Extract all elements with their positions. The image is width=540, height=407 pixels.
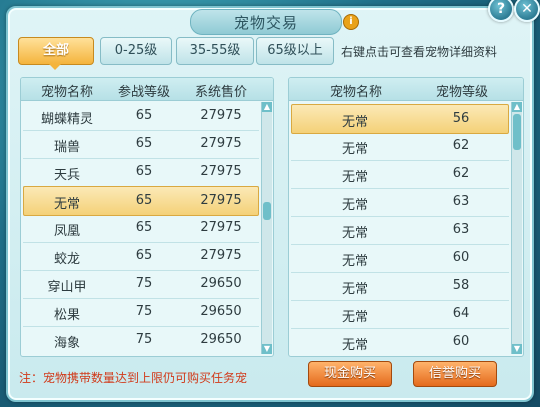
table-row[interactable]: 无常 62 — [291, 160, 509, 189]
battle-level: 65 — [135, 164, 153, 179]
pet-level: 62 — [452, 138, 470, 153]
table-row[interactable]: 天兵 65 27975 — [23, 158, 259, 187]
filter-tab-65-plus[interactable]: 65级以上 — [256, 37, 334, 65]
col-header-pet-name: 宠物名称 — [40, 85, 93, 100]
pet-level: 62 — [452, 166, 470, 181]
pet-name: 无常 — [53, 197, 80, 212]
scroll-down-icon[interactable]: ▼ — [262, 344, 272, 354]
col-header-system-price: 系统售价 — [194, 85, 247, 100]
pet-name: 无常 — [341, 115, 368, 130]
table-row[interactable]: 松果 75 29650 — [23, 298, 259, 327]
table-row[interactable]: 瑞兽 65 27975 — [23, 130, 259, 159]
table-row[interactable]: 海象 75 29650 — [23, 326, 259, 354]
table-row[interactable]: 蝴蝶精灵 65 27975 — [23, 102, 259, 131]
pet-level: 63 — [452, 194, 470, 209]
system-price: 27975 — [200, 136, 242, 151]
active-tab-pointer-icon — [49, 64, 61, 70]
pet-shop-list-header: 宠物名称 参战等级 系统售价 — [21, 78, 273, 101]
pet-name: 无常 — [341, 254, 368, 269]
table-row[interactable]: 无常 60 — [291, 328, 509, 356]
cash-buy-button[interactable]: 现金购买 — [308, 361, 392, 387]
system-price: 29650 — [200, 276, 242, 291]
scroll-thumb[interactable] — [263, 202, 271, 220]
table-row[interactable]: 无常 63 — [291, 216, 509, 245]
battle-level: 65 — [135, 136, 153, 151]
pet-name: 无常 — [341, 170, 368, 185]
pet-name: 凤凰 — [53, 224, 80, 239]
pet-shop-list: 宠物名称 参战等级 系统售价 蝴蝶精灵 65 27975 瑞兽 65 27975… — [20, 77, 274, 357]
pet-name: 无常 — [341, 226, 368, 241]
battle-level: 65 — [135, 193, 153, 208]
table-row[interactable]: 无常 62 — [291, 132, 509, 161]
system-price: 29650 — [200, 304, 242, 319]
table-row-selected[interactable]: 无常 65 27975 — [23, 186, 259, 216]
col-header-pet-level: 宠物等级 — [435, 85, 488, 100]
pet-level: 60 — [452, 250, 470, 265]
battle-level: 65 — [135, 220, 153, 235]
owned-pet-list-header: 宠物名称 宠物等级 — [289, 78, 523, 101]
scroll-up-icon[interactable]: ▲ — [262, 102, 272, 112]
pet-level: 56 — [452, 111, 470, 126]
battle-level: 75 — [135, 276, 153, 291]
system-price: 27975 — [200, 248, 242, 263]
carry-limit-note: 注：宠物携带数量达到上限仍可购买任务宠 — [19, 371, 248, 385]
table-row-selected[interactable]: 无常 56 — [291, 104, 509, 134]
pet-name: 无常 — [341, 310, 368, 325]
system-price: 27975 — [200, 108, 242, 123]
scroll-up-icon[interactable]: ▲ — [512, 102, 522, 112]
battle-level: 75 — [135, 304, 153, 319]
filter-tab-all[interactable]: 全部 — [18, 37, 94, 65]
right-click-hint: 右键点击可查看宠物详细资料 — [341, 45, 498, 59]
pet-name: 无常 — [341, 142, 368, 157]
battle-level: 75 — [135, 332, 153, 347]
pet-name: 天兵 — [53, 168, 80, 183]
pet-name: 无常 — [341, 198, 368, 213]
pet-name: 瑞兽 — [53, 140, 80, 155]
col-header-pet-name: 宠物名称 — [329, 85, 382, 100]
system-price: 27975 — [200, 220, 242, 235]
system-price: 27975 — [200, 164, 242, 179]
table-row[interactable]: 凤凰 65 27975 — [23, 214, 259, 243]
system-price: 27975 — [200, 193, 242, 208]
pet-name: 穿山甲 — [47, 280, 87, 295]
window-title: 宠物交易 — [233, 13, 298, 32]
pet-level: 58 — [452, 278, 470, 293]
owned-pet-list: 宠物名称 宠物等级 无常 56 无常 62 无常 62 无常 63 无常 63 … — [288, 77, 524, 357]
owned-pet-scrollbar[interactable]: ▲ ▼ — [511, 102, 522, 354]
table-row[interactable]: 无常 64 — [291, 300, 509, 329]
info-icon[interactable]: i — [343, 14, 359, 30]
pet-shop-scrollbar[interactable]: ▲ ▼ — [261, 102, 272, 354]
battle-level: 65 — [135, 248, 153, 263]
table-row[interactable]: 蛟龙 65 27975 — [23, 242, 259, 271]
close-icon[interactable]: ✕ — [514, 0, 540, 22]
pet-name: 无常 — [341, 282, 368, 297]
scroll-thumb[interactable] — [513, 114, 521, 150]
scroll-down-icon[interactable]: ▼ — [512, 344, 522, 354]
credit-buy-button[interactable]: 信誉购买 — [413, 361, 497, 387]
pet-name: 蛟龙 — [53, 252, 80, 267]
system-price: 29650 — [200, 332, 242, 347]
filter-tab-0-25[interactable]: 0-25级 — [100, 37, 172, 65]
pet-level: 60 — [452, 334, 470, 349]
pet-level: 64 — [452, 306, 470, 321]
pet-name: 蝴蝶精灵 — [40, 112, 93, 127]
pet-level: 63 — [452, 222, 470, 237]
table-row[interactable]: 穿山甲 75 29650 — [23, 270, 259, 299]
table-row[interactable]: 无常 58 — [291, 272, 509, 301]
table-row[interactable]: 无常 63 — [291, 188, 509, 217]
pet-name: 无常 — [341, 338, 368, 353]
battle-level: 65 — [135, 108, 153, 123]
pet-name: 松果 — [53, 308, 80, 323]
pet-name: 海象 — [53, 336, 80, 351]
col-header-battle-level: 参战等级 — [117, 85, 170, 100]
filter-tab-35-55[interactable]: 35-55级 — [176, 37, 254, 65]
window-title-bar: 宠物交易 — [190, 9, 342, 35]
table-row[interactable]: 无常 60 — [291, 244, 509, 273]
